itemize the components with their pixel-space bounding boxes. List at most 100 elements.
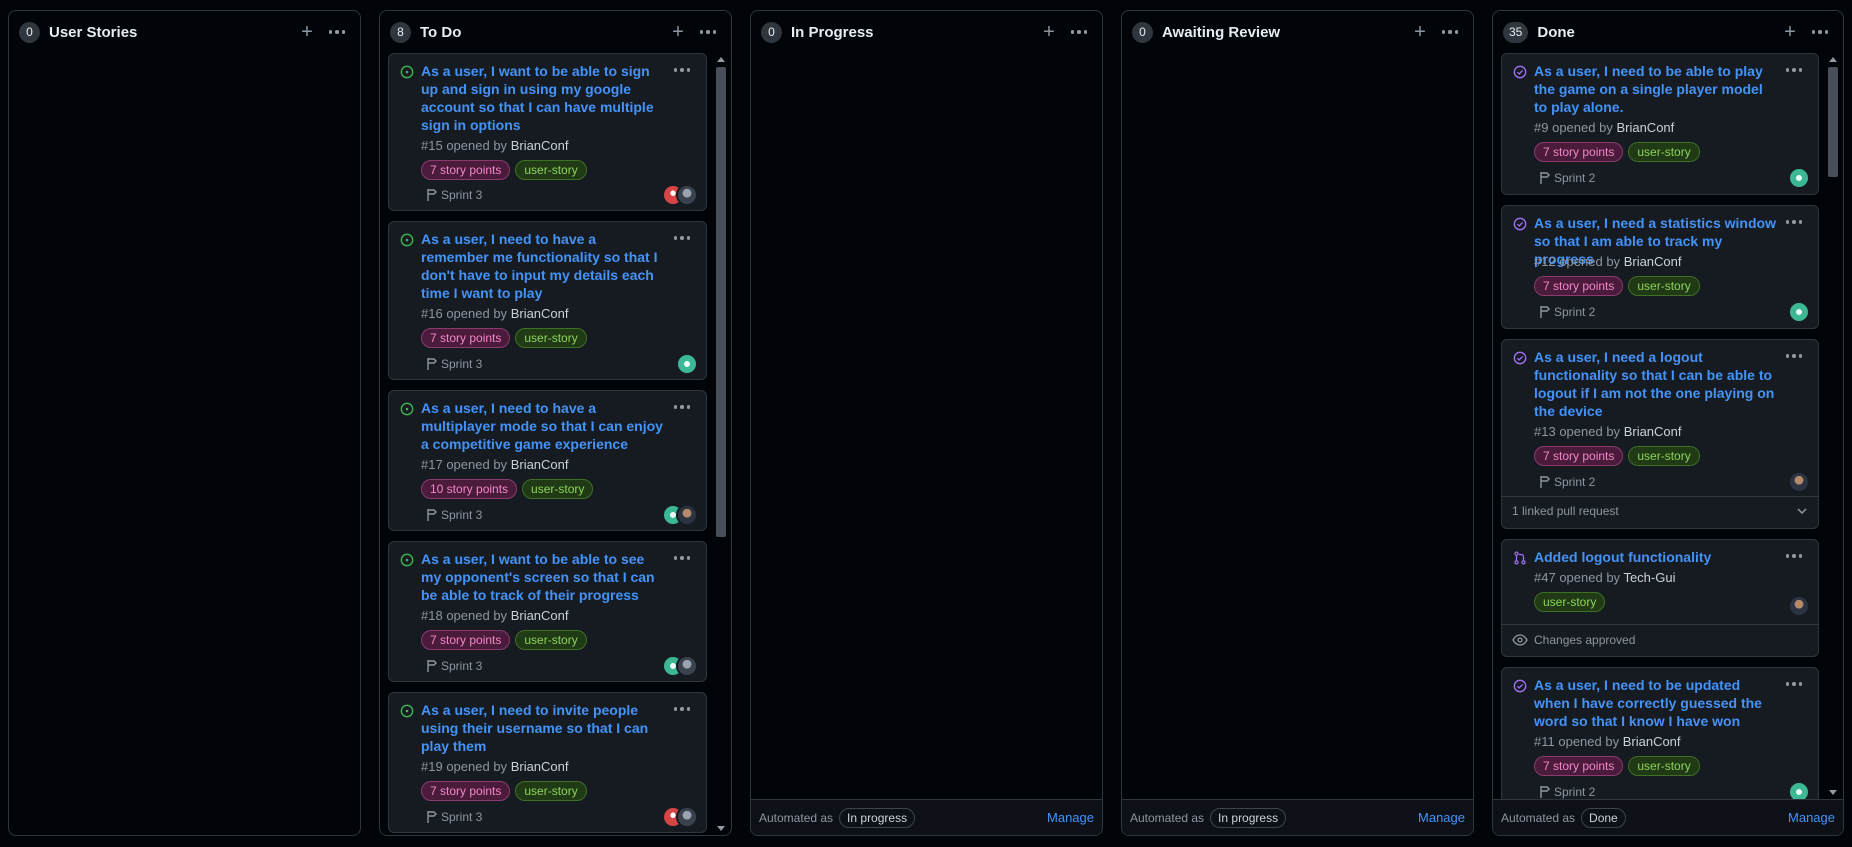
assignees[interactable] [662,806,698,828]
user-story-label[interactable]: user-story [1628,446,1700,466]
manage-automation-link[interactable]: Manage [1047,810,1094,825]
add-item-button[interactable]: + [665,19,691,45]
issue-card[interactable]: As a user, I need to have a multiplayer … [388,390,707,531]
author-link[interactable]: BrianConf [1623,734,1681,749]
user-story-label[interactable]: user-story [1628,276,1700,296]
scroll-down-arrow[interactable] [717,826,725,831]
avatar[interactable] [676,806,698,828]
author-link[interactable]: BrianConf [1624,254,1682,269]
author-link[interactable]: BrianConf [511,608,569,623]
avatar[interactable] [676,353,698,375]
story-points-label[interactable]: 7 story points [421,328,511,348]
assignees[interactable] [1788,595,1810,617]
author-link[interactable]: BrianConf [511,306,569,321]
story-points-label[interactable]: 7 story points [421,630,511,650]
issue-card[interactable]: As a user, I need to be able to play the… [1501,53,1819,195]
card-menu-button[interactable] [670,550,694,566]
scroll-up-arrow[interactable] [1829,57,1837,62]
milestone[interactable]: Sprint 3 [421,508,482,522]
scrollbar[interactable] [1825,53,1841,799]
issue-card[interactable]: As a user, I want to be able to see my o… [388,541,707,682]
author-link[interactable]: Tech-Gui [1623,570,1675,585]
add-item-button[interactable]: + [294,19,320,45]
card-menu-button[interactable] [1782,348,1806,364]
issue-title-link[interactable]: As a user, I need to invite people using… [421,701,666,755]
issue-card[interactable]: As a user, I need to be updated when I h… [1501,667,1819,799]
issue-title-link[interactable]: As a user, I want to be able to see my o… [421,550,666,604]
scroll-thumb[interactable] [1828,67,1838,177]
pr-title-link[interactable]: Added logout functionality [1534,548,1778,566]
avatar[interactable] [1788,781,1810,799]
issue-card[interactable]: As a user, I need a logout functionality… [1501,339,1819,529]
issue-card[interactable]: As a user, I want to be able to sign up … [388,53,707,211]
milestone[interactable]: Sprint 3 [421,357,482,371]
linked-pull-request-toggle[interactable]: 1 linked pull request [1512,504,1808,518]
column-menu-button[interactable] [1437,19,1463,45]
issue-card[interactable]: As a user, I need to have a remember me … [388,221,707,380]
card-menu-button[interactable] [670,399,694,415]
issue-title-link[interactable]: As a user, I need to have a remember me … [421,230,666,302]
issue-title-link[interactable]: As a user, I need to have a multiplayer … [421,399,666,453]
user-story-label[interactable]: user-story [1534,592,1606,612]
avatar[interactable] [1788,301,1810,323]
author-link[interactable]: BrianConf [1624,424,1682,439]
user-story-label[interactable]: user-story [1628,756,1700,776]
assignees[interactable] [662,655,698,677]
assignees[interactable] [662,184,698,206]
story-points-label[interactable]: 10 story points [421,479,518,499]
card-menu-button[interactable] [1782,214,1806,230]
issue-card[interactable]: As a user, I need to invite people using… [388,692,707,833]
user-story-label[interactable]: user-story [522,479,594,499]
column-menu-button[interactable] [1066,19,1092,45]
avatar[interactable] [1788,471,1810,493]
add-item-button[interactable]: + [1407,19,1433,45]
assignees[interactable] [662,504,698,526]
column-menu-button[interactable] [324,19,350,45]
add-item-button[interactable]: + [1036,19,1062,45]
assignees[interactable] [1788,471,1810,493]
user-story-label[interactable]: user-story [515,328,587,348]
assignees[interactable] [1788,781,1810,799]
scrollbar[interactable] [713,53,729,835]
story-points-label[interactable]: 7 story points [1534,276,1624,296]
card-menu-button[interactable] [1782,676,1806,692]
column-menu-button[interactable] [1807,19,1833,45]
card-menu-button[interactable] [670,62,694,78]
milestone[interactable]: Sprint 3 [421,810,482,824]
card-menu-button[interactable] [1782,548,1806,564]
card-menu-button[interactable] [1782,62,1806,78]
story-points-label[interactable]: 7 story points [421,781,511,801]
avatar[interactable] [1788,167,1810,189]
milestone[interactable]: Sprint 3 [421,188,482,202]
avatar[interactable] [676,655,698,677]
issue-title-link[interactable]: As a user, I need a logout functionality… [1534,348,1778,420]
pull-request-card[interactable]: Added logout functionality #47 opened by… [1501,539,1819,657]
story-points-label[interactable]: 7 story points [421,160,511,180]
issue-card[interactable]: As a user, I need a statistics window so… [1501,205,1819,329]
card-menu-button[interactable] [670,230,694,246]
scroll-thumb[interactable] [716,67,726,537]
user-story-label[interactable]: user-story [1628,142,1700,162]
story-points-label[interactable]: 7 story points [1534,756,1624,776]
column-menu-button[interactable] [695,19,721,45]
author-link[interactable]: BrianConf [511,138,569,153]
milestone[interactable]: Sprint 2 [1534,475,1595,489]
author-link[interactable]: BrianConf [1616,120,1674,135]
assignees[interactable] [1788,301,1810,323]
user-story-label[interactable]: user-story [515,781,587,801]
user-story-label[interactable]: user-story [515,630,587,650]
assignees[interactable] [676,353,698,375]
issue-title-link[interactable]: As a user, I need to be updated when I h… [1534,676,1778,730]
user-story-label[interactable]: user-story [515,160,587,180]
issue-title-link[interactable]: As a user, I want to be able to sign up … [421,62,666,134]
assignees[interactable] [1788,167,1810,189]
manage-automation-link[interactable]: Manage [1418,810,1465,825]
issue-title-link[interactable]: As a user, I need to be able to play the… [1534,62,1778,116]
scroll-up-arrow[interactable] [717,57,725,62]
author-link[interactable]: BrianConf [511,457,569,472]
card-menu-button[interactable] [670,701,694,717]
add-item-button[interactable]: + [1777,19,1803,45]
author-link[interactable]: BrianConf [511,759,569,774]
milestone[interactable]: Sprint 2 [1534,785,1595,799]
milestone[interactable]: Sprint 3 [421,659,482,673]
